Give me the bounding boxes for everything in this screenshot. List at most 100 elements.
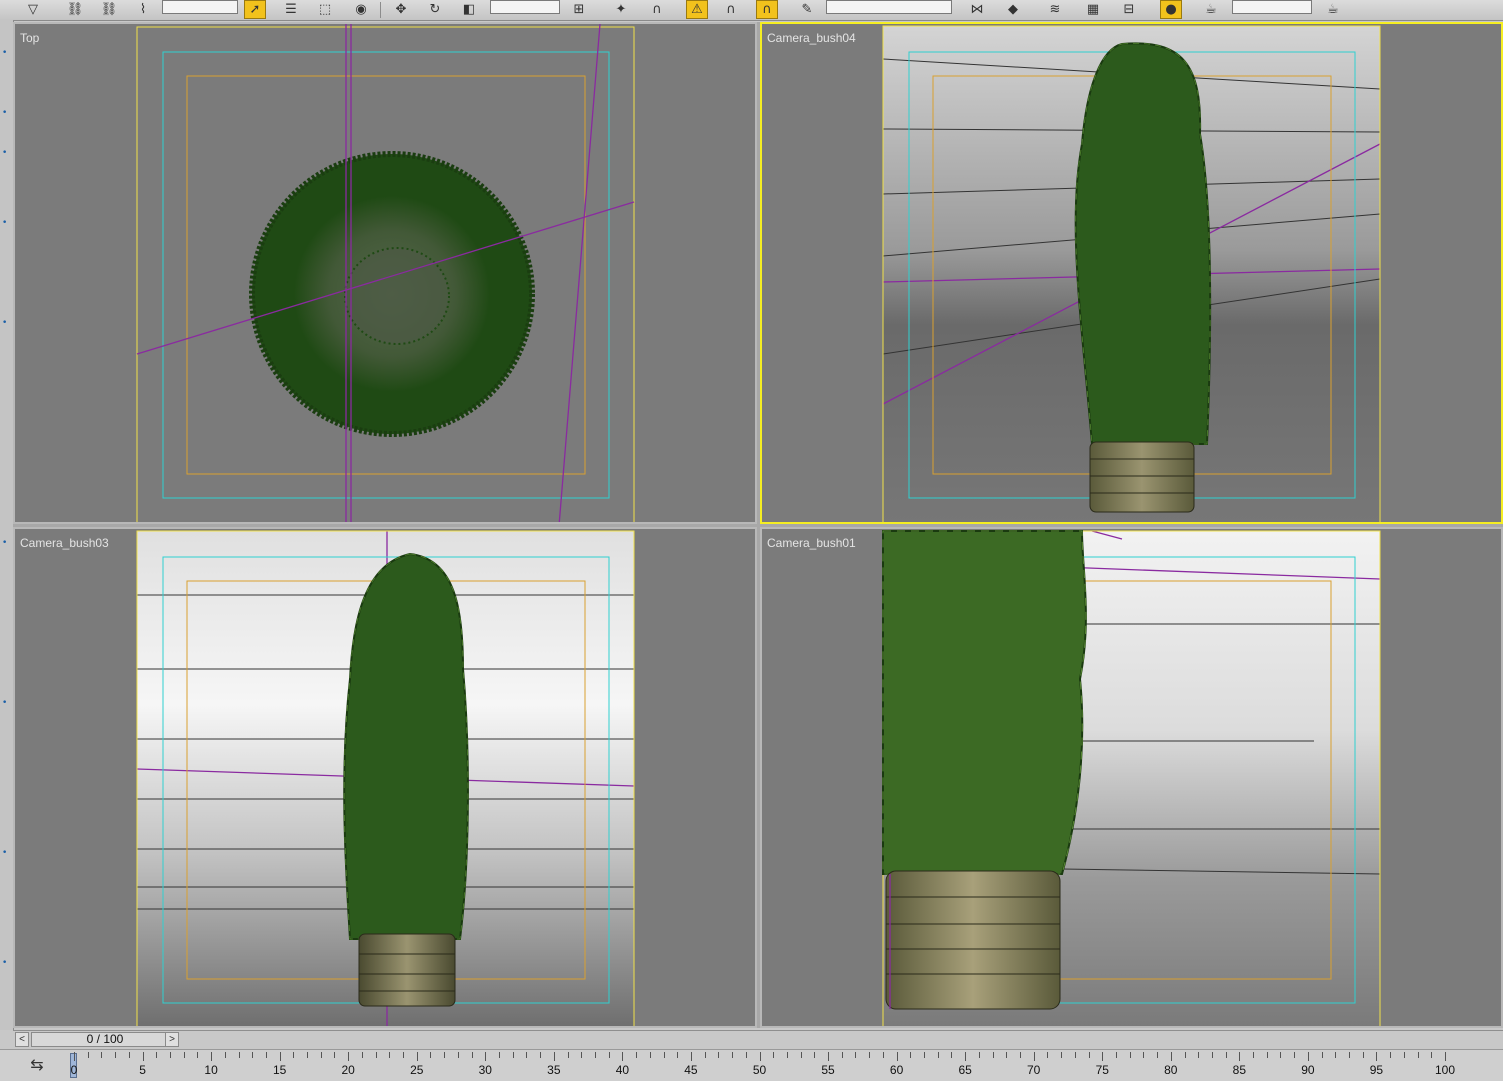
trackbar-tick	[1115, 1052, 1117, 1058]
trackbar-tick	[1061, 1052, 1063, 1058]
trackbar-tick	[937, 1052, 939, 1058]
scale-icon[interactable]: ◧	[458, 0, 480, 19]
trackbar-tick	[814, 1052, 816, 1058]
trackbar-tick	[169, 1052, 171, 1058]
unlink-icon[interactable]: ⛓	[98, 0, 120, 19]
viewport-camera-bush01[interactable]: Camera_bush01	[760, 527, 1503, 1028]
trackbar-tick	[910, 1052, 912, 1058]
trackbar-tick	[1239, 1052, 1241, 1061]
trackbar-tick	[334, 1052, 336, 1058]
trackbar-tick	[512, 1052, 514, 1058]
viewport-label[interactable]: Camera_bush01	[767, 536, 856, 550]
trackbar-tick	[375, 1052, 377, 1058]
strip-marker-icon: •	[2, 48, 8, 58]
trackbar-tick	[1417, 1052, 1419, 1058]
trackbar-tick	[74, 1052, 75, 1061]
reference-coordinate-dropdown[interactable]	[490, 0, 560, 14]
trackbar-tick	[1074, 1052, 1076, 1058]
trackbar-tick	[978, 1052, 980, 1058]
viewport-area: Top Camera_bush04 Camera_bush03 Camera_b…	[13, 22, 1503, 1028]
selection-filter-dropdown[interactable]	[162, 0, 238, 14]
curve-editor-icon[interactable]: ▦	[1082, 0, 1104, 19]
curve-editor-mini-icon[interactable]: ⇆	[26, 1054, 48, 1076]
trackbar-tick	[1335, 1052, 1337, 1058]
time-slider-thumb[interactable]: 0 / 100	[31, 1032, 179, 1047]
trackbar-tick-label: 25	[410, 1063, 424, 1077]
trackbar-tick-label: 20	[341, 1063, 355, 1077]
viewport-camera-bush04[interactable]: Camera_bush04	[760, 22, 1503, 524]
render-dropdown[interactable]	[1232, 0, 1312, 14]
trackbar-tick-label: 80	[1164, 1063, 1178, 1077]
trackbar-tick	[1019, 1052, 1021, 1058]
viewport-label[interactable]: Camera_bush03	[20, 536, 109, 550]
trackbar-tick	[361, 1052, 363, 1058]
trackbar-tick	[279, 1052, 281, 1061]
spinner-snap-icon[interactable]: ∩	[756, 0, 778, 19]
trackbar-tick-label: 5	[139, 1063, 146, 1077]
viewport-label[interactable]: Camera_bush04	[767, 31, 856, 45]
trackbar-tick	[1198, 1052, 1200, 1058]
named-selection-icon[interactable]: ✎	[796, 0, 818, 19]
trackbar-tick	[1266, 1052, 1268, 1058]
strip-marker-icon: •	[2, 318, 8, 328]
trackbar-tick	[594, 1052, 596, 1058]
trackbar-tick	[759, 1052, 761, 1061]
trackbar-tick	[1157, 1052, 1159, 1058]
trackbar-tick	[115, 1052, 117, 1058]
trackbar-tick	[1307, 1052, 1309, 1061]
select-object-icon[interactable]: ➚	[244, 0, 266, 19]
angle-snap-icon[interactable]: ⚠	[686, 0, 708, 19]
snap-icon[interactable]: ∩	[646, 0, 668, 19]
trackbar-tick	[1129, 1052, 1131, 1058]
align-icon[interactable]: ◆	[1002, 0, 1024, 19]
region-select-icon[interactable]: ⬚	[314, 0, 336, 19]
render-setup-icon[interactable]: ☕	[1200, 0, 1222, 19]
select-filter-icon[interactable]: ▽	[22, 0, 44, 19]
time-slider: < 0 / 100 >	[13, 1030, 1503, 1049]
viewport-label[interactable]: Top	[20, 31, 39, 45]
trackbar-tick-label: 35	[547, 1063, 561, 1077]
named-selection-dropdown[interactable]	[826, 0, 952, 14]
viewport-camera-bush01-canvas	[882, 530, 1381, 1026]
trackbar-tick	[553, 1052, 555, 1061]
trackbar-tick-label: 75	[1095, 1063, 1109, 1077]
trackbar-tick	[992, 1052, 994, 1058]
trackbar-tick	[197, 1052, 199, 1058]
trackbar-tick-label: 60	[889, 1063, 904, 1077]
viewport-camera-bush03[interactable]: Camera_bush03	[13, 527, 757, 1028]
trackbar-tick	[1403, 1052, 1405, 1058]
window-crossing-icon[interactable]: ◉	[350, 0, 372, 19]
trackbar-tick	[882, 1052, 884, 1058]
time-slider-next-button[interactable]: >	[165, 1032, 179, 1047]
manipulate-icon[interactable]: ✦	[610, 0, 632, 19]
bind-icon[interactable]: ⌇	[132, 0, 154, 19]
trackbar-tick	[252, 1052, 254, 1058]
strip-marker-icon: •	[2, 958, 8, 968]
trackbar-tick	[663, 1052, 665, 1058]
trackbar[interactable]: ⇆ 0 5 10 15 20 25 30 35 40 45 50 55 60 65 70 75 80 85 90 95…	[0, 1049, 1503, 1081]
material-editor-icon[interactable]: ●	[1160, 0, 1182, 19]
trackbar-tick	[1321, 1052, 1323, 1058]
link-icon[interactable]: ⛓	[64, 0, 86, 19]
layer-manager-icon[interactable]: ≋	[1044, 0, 1066, 19]
render-icon[interactable]: ☕	[1322, 0, 1344, 19]
rotate-icon[interactable]: ↻	[424, 0, 446, 19]
trackbar-tick	[1143, 1052, 1145, 1058]
trackbar-tick	[745, 1052, 747, 1058]
move-icon[interactable]: ✥	[390, 0, 412, 19]
trackbar-tick	[855, 1052, 857, 1058]
time-slider-prev-button[interactable]: <	[15, 1032, 29, 1047]
trackbar-tick	[1184, 1052, 1186, 1058]
mirror-icon[interactable]: ⋈	[966, 0, 988, 19]
bush-pot	[885, 870, 1061, 1010]
schematic-view-icon[interactable]: ⊟	[1118, 0, 1140, 19]
viewport-camera-bush03-canvas	[136, 530, 635, 1026]
percent-snap-icon[interactable]: ∩	[720, 0, 742, 19]
viewport-top-canvas	[136, 24, 635, 522]
trackbar-tick	[211, 1052, 213, 1061]
trackbar-tick	[869, 1052, 871, 1058]
viewport-top[interactable]: Top	[13, 22, 757, 524]
select-by-name-icon[interactable]: ☰	[280, 0, 302, 19]
strip-marker-icon: •	[2, 148, 8, 158]
pivot-icon[interactable]: ⊞	[568, 0, 590, 19]
